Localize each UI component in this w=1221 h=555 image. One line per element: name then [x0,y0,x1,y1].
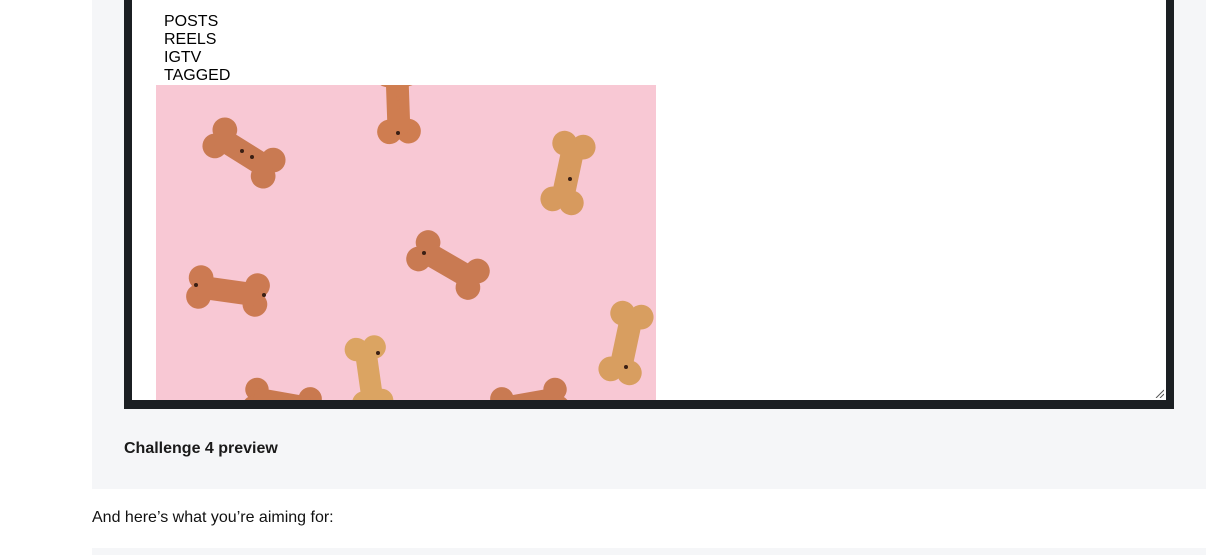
preview-frame: POSTS REELS IGTV TAGGED [124,0,1174,409]
next-code-block [92,548,1206,555]
challenge-figure: POSTS REELS IGTV TAGGED Challenge 4 prev… [92,0,1206,489]
tab-tagged[interactable]: TAGGED [164,67,230,85]
resize-grip-icon[interactable] [1154,388,1164,398]
article-paragraph: And here’s what you’re aiming for: [92,509,334,526]
tab-reels[interactable]: REELS [164,31,230,49]
post-image [156,85,656,400]
preview-viewport[interactable]: POSTS REELS IGTV TAGGED [132,0,1166,400]
tab-posts[interactable]: POSTS [164,13,230,31]
profile-tab-list: POSTS REELS IGTV TAGGED [164,13,230,85]
figure-caption: Challenge 4 preview [124,440,278,457]
tab-igtv[interactable]: IGTV [164,49,230,67]
